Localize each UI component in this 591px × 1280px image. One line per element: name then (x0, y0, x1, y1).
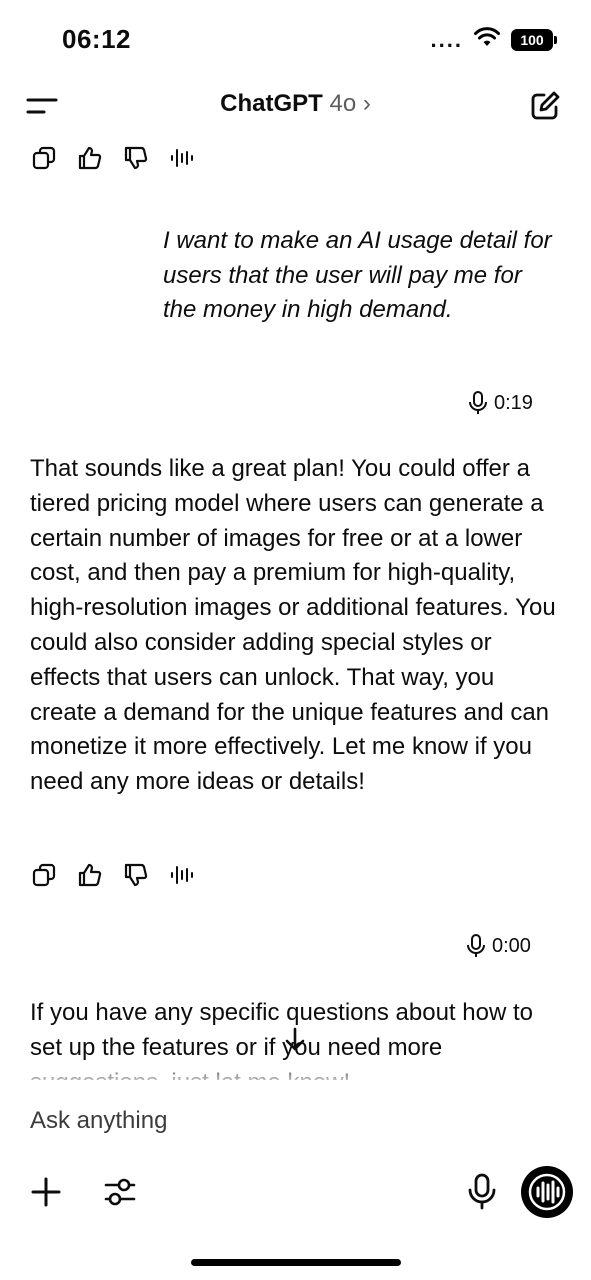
read-aloud-button[interactable] (168, 144, 196, 172)
mic-icon (468, 1173, 496, 1210)
cellular-signal-icon: .... (430, 26, 463, 52)
mic-icon (467, 934, 485, 957)
copy-icon (32, 146, 56, 170)
message-actions-top (30, 144, 196, 172)
waveform-icon (171, 866, 193, 884)
voice-mode-icon (528, 1173, 566, 1211)
scroll-down-button[interactable] (279, 1022, 311, 1058)
home-indicator (191, 1259, 401, 1266)
sliders-icon (104, 1178, 136, 1206)
chevron-right-icon: › (362, 90, 371, 117)
message-actions (30, 861, 196, 889)
plus-icon (31, 1177, 61, 1207)
dictation-button[interactable] (462, 1172, 502, 1212)
read-aloud-button[interactable] (168, 861, 196, 889)
voice-mode-button[interactable] (521, 1166, 573, 1218)
thumbs-down-icon (124, 146, 148, 170)
composer (0, 1088, 591, 1280)
copy-button[interactable] (30, 861, 58, 889)
thumbs-up-icon (78, 863, 102, 887)
assistant-message: That sounds like a great plan! You could… (30, 455, 556, 796)
add-attachment-button[interactable] (26, 1172, 66, 1212)
status-indicators: .... 100 (430, 26, 557, 53)
compose-icon (527, 91, 563, 128)
voice-duration-1[interactable]: 0:19 (468, 390, 533, 416)
model-name: 4o (329, 90, 357, 117)
thumbs-down-button[interactable] (122, 144, 150, 172)
model-selector[interactable]: ChatGPT 4o › (0, 90, 591, 118)
copy-icon (32, 863, 56, 887)
thumbs-up-button[interactable] (76, 144, 104, 172)
user-message: I want to make an AI usage detail for us… (163, 227, 552, 323)
thumbs-up-button[interactable] (76, 861, 104, 889)
waveform-icon (171, 149, 193, 167)
thumbs-down-icon (124, 863, 148, 887)
fade-overlay (0, 1068, 591, 1088)
thumbs-up-icon (78, 146, 102, 170)
status-bar: 06:12 .... 100 (0, 0, 591, 78)
wifi-icon (473, 26, 501, 53)
message-input[interactable] (30, 1104, 550, 1138)
arrow-down-icon (285, 1027, 305, 1051)
voice-duration-2[interactable]: 0:00 (466, 933, 531, 959)
voice-duration-label: 0:00 (492, 934, 531, 957)
chat-header: ChatGPT 4o › (0, 80, 591, 132)
new-chat-button[interactable] (527, 88, 567, 124)
voice-duration-label: 0:19 (494, 391, 533, 414)
thumbs-down-button[interactable] (122, 861, 150, 889)
mic-icon (469, 391, 487, 414)
status-time: 06:12 (62, 24, 131, 54)
tools-button[interactable] (100, 1172, 140, 1212)
battery-icon: 100 (511, 28, 557, 51)
copy-button[interactable] (30, 144, 58, 172)
app-title: ChatGPT (220, 90, 323, 117)
